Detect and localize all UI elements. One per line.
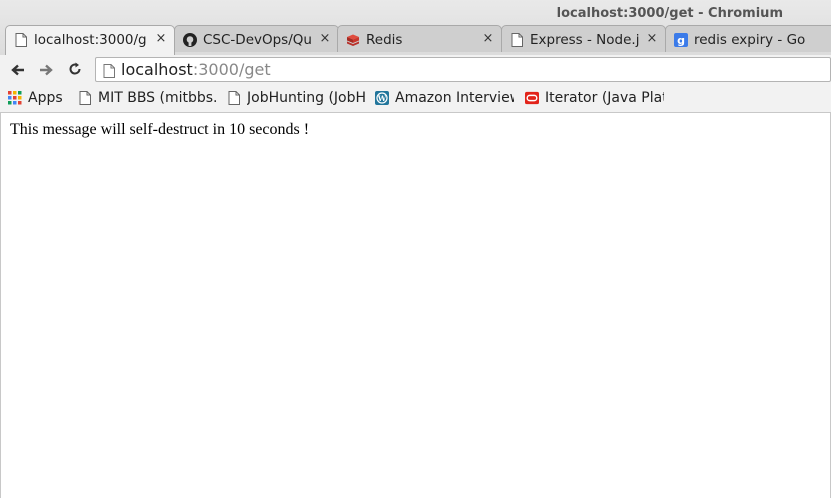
google-icon: g bbox=[674, 33, 688, 47]
address-bar[interactable]: localhost:3000/get bbox=[95, 57, 831, 82]
bookmark-iterator-java[interactable]: Iterator (Java Platf bbox=[525, 89, 664, 107]
page-icon bbox=[14, 33, 28, 47]
close-icon[interactable]: × bbox=[645, 31, 659, 47]
tab-github[interactable]: CSC-DevOps/Qu × bbox=[174, 25, 339, 52]
bookmark-mitbbs[interactable]: MIT BBS (mitbbs.c bbox=[78, 89, 216, 107]
github-icon bbox=[183, 33, 197, 47]
back-button[interactable] bbox=[8, 60, 28, 80]
close-icon[interactable]: × bbox=[154, 31, 168, 47]
tab-localhost[interactable]: localhost:3000/g × bbox=[5, 25, 175, 55]
bookmark-label: Amazon Interview bbox=[395, 90, 514, 106]
url-text: localhost:3000/get bbox=[121, 60, 271, 79]
bookmark-label: Iterator (Java Platf bbox=[545, 90, 664, 106]
tab-label: CSC-DevOps/Qu bbox=[203, 32, 312, 48]
bookmark-jobhunting[interactable]: JobHunting (JobHu bbox=[227, 89, 365, 107]
tab-label: Redis bbox=[366, 32, 403, 48]
forward-button[interactable] bbox=[36, 60, 56, 80]
toolbar: localhost:3000/get bbox=[0, 55, 831, 85]
wordpress-icon: W bbox=[375, 91, 389, 105]
page-icon bbox=[510, 33, 524, 47]
tab-label: Express - Node.j bbox=[530, 32, 640, 48]
window-title: localhost:3000/get - Chromium bbox=[556, 6, 783, 21]
url-path: :3000/get bbox=[192, 60, 271, 79]
page-icon bbox=[103, 63, 115, 78]
reload-icon bbox=[68, 61, 82, 80]
apps-grid-icon bbox=[8, 91, 22, 105]
tab-strip: localhost:3000/g × CSC-DevOps/Qu × Redis… bbox=[0, 25, 831, 55]
tab-express[interactable]: Express - Node.j × bbox=[501, 25, 666, 52]
bookmark-label: JobHunting (JobHu bbox=[247, 90, 365, 106]
bookmarks-bar: Apps MIT BBS (mitbbs.c JobHunting (JobHu… bbox=[0, 85, 831, 113]
close-icon[interactable]: × bbox=[481, 31, 495, 47]
forward-arrow-icon bbox=[39, 61, 53, 80]
redis-icon bbox=[346, 33, 360, 47]
page-message: This message will self-destruct in 10 se… bbox=[10, 121, 310, 138]
tab-label: localhost:3000/g bbox=[34, 32, 147, 48]
bookmark-apps[interactable]: Apps bbox=[8, 89, 68, 107]
close-icon[interactable]: × bbox=[318, 31, 332, 47]
tab-label: redis expiry - Go bbox=[694, 32, 806, 48]
page-icon bbox=[78, 91, 92, 105]
bookmark-label: MIT BBS (mitbbs.c bbox=[98, 90, 216, 106]
svg-text:W: W bbox=[377, 94, 387, 103]
bookmark-amazon-interview[interactable]: W Amazon Interview bbox=[375, 89, 514, 107]
svg-text:g: g bbox=[677, 34, 685, 47]
oracle-icon bbox=[525, 91, 539, 105]
page-content: This message will self-destruct in 10 se… bbox=[0, 113, 831, 498]
reload-button[interactable] bbox=[65, 60, 85, 80]
bookmark-label: Apps bbox=[28, 90, 63, 106]
url-host: localhost bbox=[121, 60, 193, 79]
title-bar: localhost:3000/get - Chromium localhost:… bbox=[0, 0, 831, 55]
back-arrow-icon bbox=[11, 61, 25, 80]
browser-window: localhost:3000/get - Chromium localhost:… bbox=[0, 0, 831, 498]
tab-redis[interactable]: Redis × bbox=[337, 25, 502, 52]
page-icon bbox=[227, 91, 241, 105]
tab-google-search[interactable]: g redis expiry - Go bbox=[665, 25, 831, 52]
